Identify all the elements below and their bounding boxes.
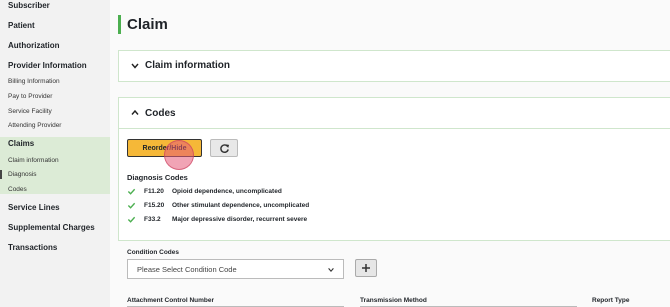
sidebar-item-codes[interactable]: Codes: [8, 186, 27, 193]
sidebar-item-patient[interactable]: Patient: [8, 21, 35, 30]
page-title: Claim: [127, 16, 168, 33]
sidebar-item-diagnosis[interactable]: Diagnosis: [8, 171, 37, 178]
sidebar-item-provider-information[interactable]: Provider Information: [8, 61, 87, 70]
diagnosis-description: Opioid dependence, uncomplicated: [172, 188, 282, 195]
chevron-down-icon[interactable]: [130, 61, 140, 71]
sidebar-item-subscriber[interactable]: Subscriber: [8, 1, 50, 10]
title-accent-bar: [118, 15, 121, 34]
sidebar: Subscriber Patient Authorization Provide…: [0, 0, 110, 307]
active-indicator: [0, 170, 2, 179]
check-icon: [127, 216, 136, 223]
sidebar-item-billing-information[interactable]: Billing Information: [8, 78, 60, 85]
attachment-control-number-label: Attachment Control Number: [127, 297, 215, 304]
sidebar-item-service-facility[interactable]: Service Facility: [8, 108, 52, 115]
diagnosis-description: Other stimulant dependence, uncomplicate…: [172, 202, 310, 209]
refresh-button[interactable]: [210, 139, 238, 157]
sidebar-item-supplemental-charges[interactable]: Supplemental Charges: [8, 223, 95, 232]
refresh-icon: [220, 144, 230, 153]
chevron-down-icon: [328, 268, 334, 273]
sidebar-item-pay-to-provider[interactable]: Pay to Provider: [8, 93, 52, 100]
diagnosis-codes-title: Diagnosis Codes: [127, 173, 188, 182]
check-icon: [127, 188, 136, 195]
sidebar-item-authorization[interactable]: Authorization: [8, 41, 60, 50]
sidebar-item-service-lines[interactable]: Service Lines: [8, 203, 60, 212]
codes-header-divider: [118, 128, 670, 129]
condition-code-select[interactable]: Please Select Condition Code: [127, 259, 344, 279]
diagnosis-code: F15.20: [144, 202, 165, 209]
chevron-up-icon[interactable]: [130, 108, 140, 118]
sidebar-item-attending-provider[interactable]: Attending Provider: [8, 122, 61, 129]
diagnosis-description: Major depressive disorder, recurrent sev…: [172, 216, 308, 223]
diagnosis-code: F11.20: [144, 188, 164, 195]
check-icon: [127, 202, 136, 209]
diagnosis-code: F33.2: [144, 216, 161, 223]
codes-title[interactable]: Codes: [145, 108, 176, 119]
cursor-click-indicator: [164, 140, 194, 170]
sidebar-item-transactions[interactable]: Transactions: [8, 243, 57, 252]
plus-icon: [362, 264, 370, 272]
transmission-method-label: Transmission Method: [360, 297, 427, 304]
sidebar-item-claim-information[interactable]: Claim information: [8, 157, 59, 164]
report-type-label: Report Type: [592, 297, 630, 304]
add-condition-code-button[interactable]: [355, 259, 377, 277]
condition-codes-label: Condition Codes: [127, 249, 179, 256]
sidebar-item-claims[interactable]: Claims: [8, 139, 34, 148]
claim-information-title[interactable]: Claim information: [145, 60, 230, 71]
condition-code-placeholder: Please Select Condition Code: [137, 265, 237, 274]
